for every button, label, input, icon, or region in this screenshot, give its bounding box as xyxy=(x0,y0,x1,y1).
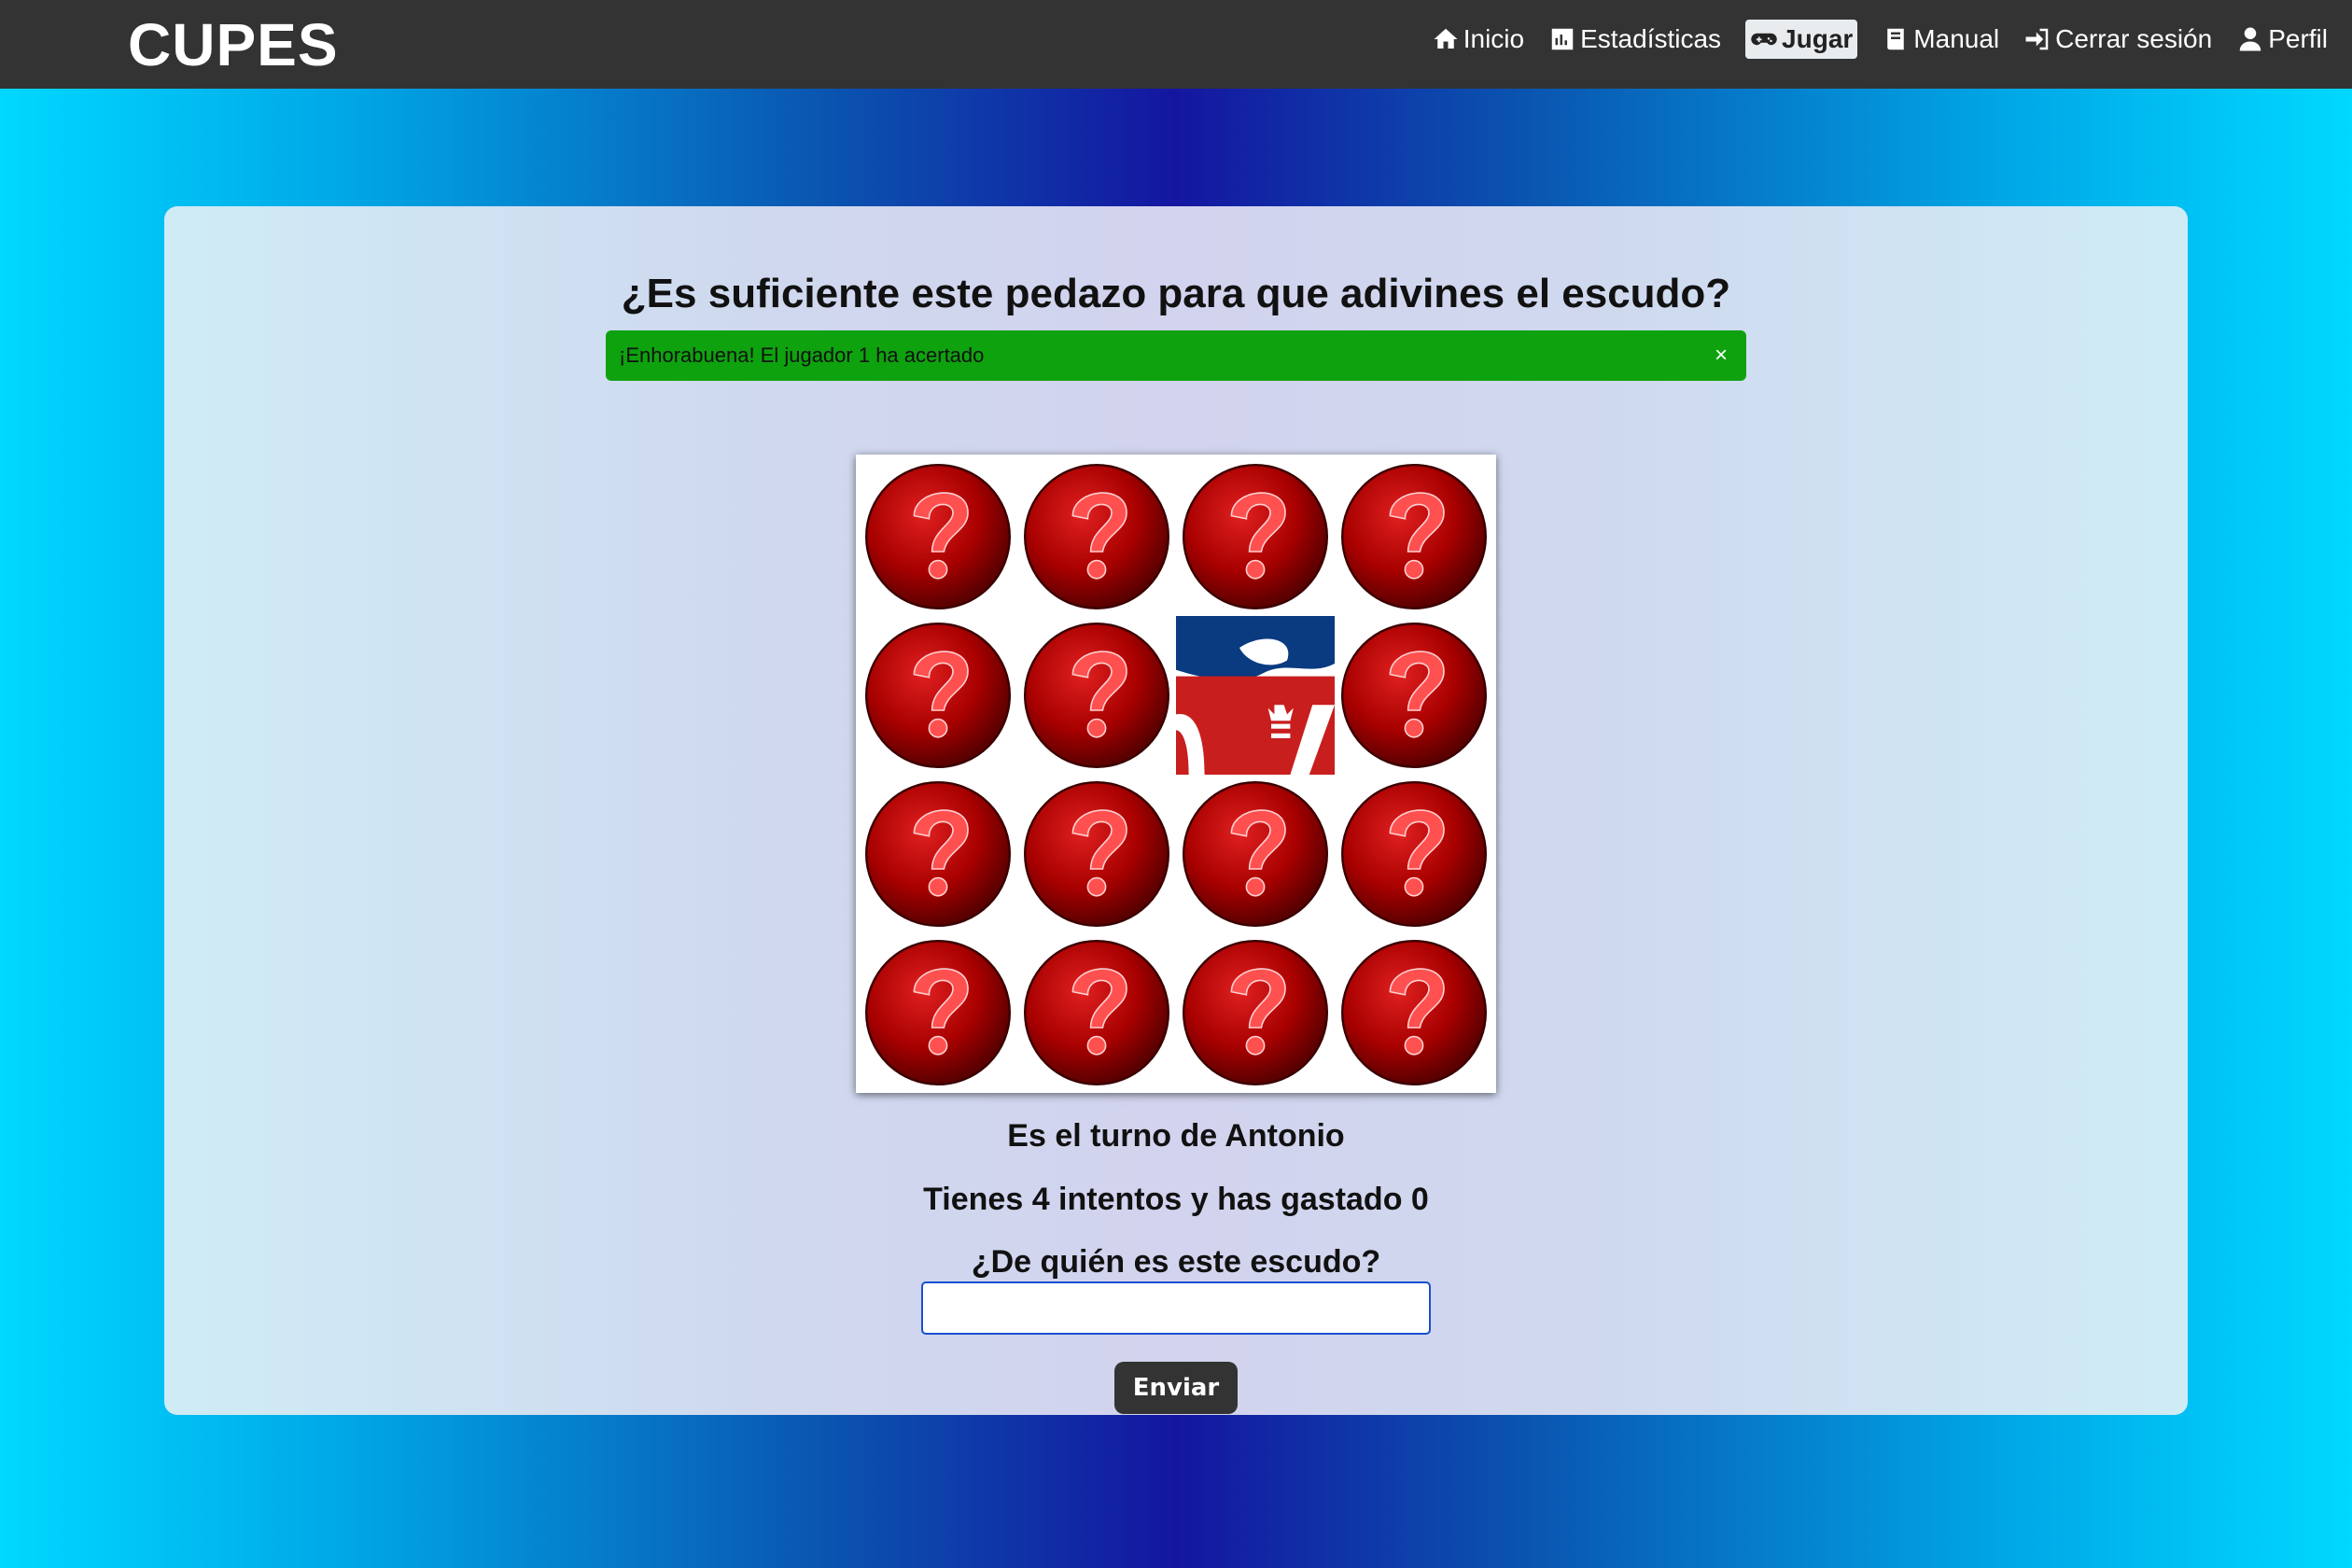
success-alert: ¡Enhorabuena! El jugador 1 ha acertado × xyxy=(606,330,1746,381)
question-mark-icon xyxy=(1022,938,1171,1087)
turn-text: Es el turno de Antonio xyxy=(1007,1118,1345,1154)
puzzle-board xyxy=(856,455,1496,1093)
hidden-tile[interactable] xyxy=(1017,775,1176,933)
revealed-tile[interactable] xyxy=(1176,616,1335,775)
hidden-tile[interactable] xyxy=(1335,775,1493,933)
alert-text: ¡Enhorabuena! El jugador 1 ha acertado xyxy=(619,343,985,367)
nav-link-jugar[interactable]: Jugar xyxy=(1745,20,1858,59)
hidden-tile[interactable] xyxy=(1176,775,1335,933)
nav-link-label: Jugar xyxy=(1782,24,1854,53)
question-mark-icon xyxy=(863,938,1013,1087)
hidden-tile[interactable] xyxy=(1176,457,1335,616)
nav-link-manual[interactable]: Manual xyxy=(1882,21,1999,58)
question-mark-icon xyxy=(1181,779,1330,929)
user-icon xyxy=(2239,27,2261,51)
hidden-tile[interactable] xyxy=(1335,933,1493,1092)
attempts-text: Tienes 4 intentos y has gastado 0 xyxy=(923,1182,1429,1217)
hidden-tile[interactable] xyxy=(1017,933,1176,1092)
chart-icon xyxy=(1551,28,1574,50)
question-mark-icon xyxy=(1339,621,1489,770)
nav-link-inicio[interactable]: Inicio xyxy=(1432,21,1524,58)
hidden-tile[interactable] xyxy=(1335,457,1493,616)
close-icon[interactable]: × xyxy=(1707,342,1735,370)
hidden-tile[interactable] xyxy=(859,457,1017,616)
hidden-tile[interactable] xyxy=(1335,616,1493,775)
game-title: ¿Es suficiente este pedazo para que adiv… xyxy=(621,271,1731,316)
nav-link-label: Cerrar sesión xyxy=(2055,24,2213,53)
nav-link-estadisticas[interactable]: Estadísticas xyxy=(1548,21,1721,58)
hidden-tile[interactable] xyxy=(859,775,1017,933)
nav-links: Inicio Estadísticas Jugar Manual Cerrar … xyxy=(1432,17,2328,62)
question-mark-icon xyxy=(1022,462,1171,611)
question-mark-icon xyxy=(1339,779,1489,929)
nav-link-label: Perfil xyxy=(2268,24,2328,53)
hidden-tile[interactable] xyxy=(1017,616,1176,775)
book-icon xyxy=(1887,28,1905,50)
question-mark-icon xyxy=(1339,938,1489,1087)
sign-out-icon xyxy=(2025,28,2049,50)
nav-link-cerrar-sesion[interactable]: Cerrar sesión xyxy=(2023,21,2212,58)
hidden-tile[interactable] xyxy=(1017,457,1176,616)
hidden-tile[interactable] xyxy=(859,616,1017,775)
answer-input[interactable] xyxy=(921,1281,1431,1335)
hidden-tile[interactable] xyxy=(859,933,1017,1092)
question-mark-icon xyxy=(863,462,1013,611)
hidden-tile[interactable] xyxy=(1176,933,1335,1092)
gamepad-icon xyxy=(1751,33,1777,46)
question-mark-icon xyxy=(1022,621,1171,770)
question-mark-icon xyxy=(1022,779,1171,929)
nav-link-label: Estadísticas xyxy=(1580,24,1722,53)
nav-link-label: Manual xyxy=(1913,24,2000,53)
send-button[interactable]: Enviar xyxy=(1114,1362,1238,1414)
crest-fragment-icon xyxy=(1176,616,1335,775)
question-mark-icon xyxy=(863,779,1013,929)
nav-link-label: Inicio xyxy=(1463,24,1525,53)
question-mark-icon xyxy=(1339,462,1489,611)
question-mark-icon xyxy=(1181,938,1330,1087)
question-mark-icon xyxy=(863,621,1013,770)
nav-link-perfil[interactable]: Perfil xyxy=(2236,21,2328,58)
home-icon xyxy=(1434,28,1458,49)
question-label: ¿De quién es este escudo? xyxy=(971,1244,1381,1280)
navbar: CUPES Inicio Estadísticas Jugar Manual C… xyxy=(0,0,2352,89)
brand-logo[interactable]: CUPES xyxy=(128,11,339,78)
question-mark-icon xyxy=(1181,462,1330,611)
